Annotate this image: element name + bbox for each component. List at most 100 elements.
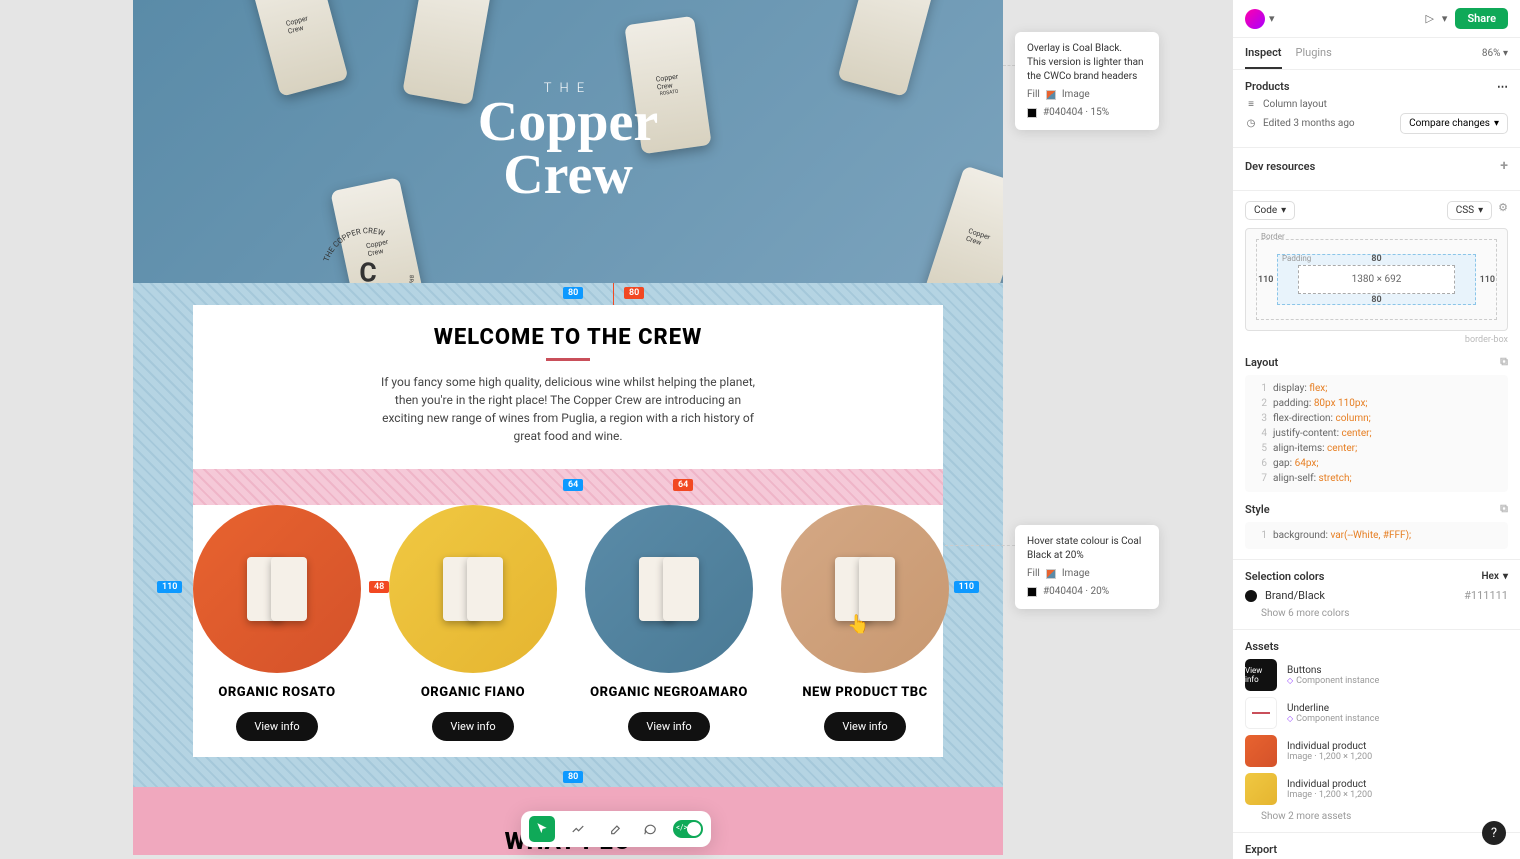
selection-section: Products ⋯ ≡Column layout ◷Edited 3 mont…: [1233, 70, 1520, 148]
settings-icon[interactable]: ⚙: [1498, 201, 1508, 220]
view-info-button[interactable]: View info: [236, 712, 317, 741]
color-row[interactable]: Brand/Black #111111: [1245, 589, 1508, 602]
guide-line: [613, 283, 614, 305]
annotation-fill-label: Fill: [1027, 567, 1040, 581]
annotation-color: #040404 · 20%: [1043, 585, 1109, 599]
box-sizing-label: border-box: [1245, 335, 1508, 345]
product-image: [389, 505, 557, 673]
hero-section: CopperCrew CopperCrewROSATO CopperCrew C…: [133, 0, 1003, 283]
selection-colors-title: Selection colors: [1245, 570, 1324, 583]
component-icon: ◇: [1287, 676, 1293, 685]
lang-dropdown[interactable]: CSS ▾: [1447, 201, 1492, 220]
annotation-text: This version is lighter than the CWCo br…: [1027, 56, 1147, 84]
image-swatch: [1046, 569, 1056, 579]
assets-title: Assets: [1245, 640, 1279, 653]
show-more-colors[interactable]: Show 6 more colors: [1261, 608, 1508, 619]
plus-icon[interactable]: +: [1500, 158, 1508, 174]
svg-text:C: C: [359, 259, 376, 283]
chevron-down-icon[interactable]: ▾: [1269, 12, 1275, 25]
annotation-text: Hover state colour is Coal Black at 20%: [1027, 535, 1147, 563]
comment-tool-button[interactable]: [637, 816, 663, 842]
annotation-fill-label: Fill: [1027, 88, 1040, 102]
view-info-button[interactable]: View info: [628, 712, 709, 741]
annotate-tool-button[interactable]: [601, 816, 627, 842]
selection-title: Products: [1245, 80, 1290, 93]
image-swatch: [1046, 90, 1056, 100]
pink-gap: 64 64: [193, 469, 943, 505]
view-info-button[interactable]: View info: [432, 712, 513, 741]
layout-code-block[interactable]: 1display: flex; 2padding: 80px 110px; 3f…: [1245, 375, 1508, 492]
product-card: ORGANIC ROSATO View info: [193, 505, 361, 741]
asset-thumbnail: View info: [1245, 659, 1277, 691]
zoom-level[interactable]: 86% ▾: [1482, 48, 1508, 59]
dev-mode-toggle[interactable]: </>: [673, 820, 703, 838]
export-title: Export: [1245, 843, 1277, 856]
design-frame: CopperCrew CopperCrewROSATO CopperCrew C…: [133, 0, 1003, 855]
asset-row[interactable]: View info Buttons◇Component instance: [1245, 659, 1508, 691]
products-row: 110 48 110 ORGANIC ROSATO View info ORGA…: [193, 505, 943, 757]
asset-row[interactable]: Individual productImage · 1,200 × 1,200: [1245, 735, 1508, 767]
annotation-tooltip: Overlay is Coal Black. This version is l…: [1015, 32, 1159, 130]
hero-can-image: CopperCrew: [925, 165, 1003, 283]
spacing-badge: 80: [563, 771, 583, 783]
asset-subtitle: Component instance: [1296, 676, 1379, 686]
canvas-area[interactable]: CopperCrew CopperCrewROSATO CopperCrew C…: [0, 0, 1232, 859]
compare-changes-button[interactable]: Compare changes ▾: [1400, 113, 1508, 134]
asset-subtitle: Image · 1,200 × 1,200: [1287, 752, 1372, 762]
spacing-badge: 110: [157, 581, 182, 593]
padding-left-value: 110: [1258, 275, 1273, 285]
copy-icon[interactable]: ⧉: [1500, 355, 1508, 369]
hero-title: THE Copper Crew: [478, 81, 658, 202]
bottom-toolbar: </>: [521, 811, 711, 847]
product-name: ORGANIC NEGROAMARO: [585, 685, 753, 700]
assets-section: Assets View info Buttons◇Component insta…: [1233, 630, 1520, 833]
asset-title: Individual product: [1287, 779, 1372, 790]
tab-inspect[interactable]: Inspect: [1245, 38, 1282, 69]
color-swatch: [1027, 108, 1037, 118]
hex-dropdown[interactable]: Hex ▾: [1481, 571, 1508, 582]
spacing-badge: 48: [369, 581, 389, 593]
product-image: [193, 505, 361, 673]
product-name: ORGANIC ROSATO: [193, 685, 361, 700]
spacing-badge: 64: [563, 479, 583, 491]
user-avatar[interactable]: [1245, 9, 1265, 29]
spacing-badge: 80: [563, 287, 583, 299]
clock-icon: ◷: [1245, 118, 1257, 129]
spacing-badge: 110: [954, 581, 979, 593]
welcome-card: WELCOME TO THE CREW If you fancy some hi…: [193, 305, 943, 469]
welcome-body: If you fancy some high quality, deliciou…: [378, 373, 758, 445]
annotation-tooltip: Hover state colour is Coal Black at 20% …: [1015, 525, 1159, 609]
asset-row[interactable]: Underline◇Component instance: [1245, 697, 1508, 729]
spacing-badge: 64: [673, 479, 693, 491]
more-icon[interactable]: ⋯: [1497, 80, 1508, 93]
code-dropdown[interactable]: Code ▾: [1245, 201, 1295, 220]
asset-subtitle: Image · 1,200 × 1,200: [1287, 790, 1372, 800]
padding-right-value: 110: [1480, 275, 1495, 285]
box-model-dims: 1380 × 692: [1298, 265, 1455, 294]
chevron-down-icon[interactable]: ▾: [1442, 12, 1448, 25]
inspector-tabs: Inspect Plugins 86% ▾: [1233, 38, 1520, 70]
help-button[interactable]: ?: [1482, 821, 1506, 845]
padding-top-value: 80: [1371, 254, 1381, 264]
asset-thumbnail: [1245, 773, 1277, 805]
annotation-color: #040404 · 15%: [1043, 106, 1109, 120]
tab-plugins[interactable]: Plugins: [1296, 38, 1332, 69]
measure-tool-button[interactable]: [565, 816, 591, 842]
asset-row[interactable]: Individual productImage · 1,200 × 1,200: [1245, 773, 1508, 805]
layout-code-header: Layout: [1245, 356, 1278, 369]
copy-icon[interactable]: ⧉: [1500, 502, 1508, 516]
share-button[interactable]: Share: [1455, 8, 1508, 29]
product-name: ORGANIC FIANO: [389, 685, 557, 700]
color-name: Brand/Black: [1265, 589, 1325, 602]
asset-thumbnail: [1245, 735, 1277, 767]
product-card: NEW PRODUCT TBC View info: [781, 505, 949, 741]
svg-text:THE COPPER CREW: THE COPPER CREW: [322, 226, 386, 263]
product-name: NEW PRODUCT TBC: [781, 685, 949, 700]
show-more-assets[interactable]: Show 2 more assets: [1261, 811, 1508, 822]
play-icon[interactable]: ▷: [1425, 12, 1433, 25]
edited-label: Edited 3 months ago: [1263, 118, 1355, 129]
style-code-block[interactable]: 1background: var(--White, #FFF);: [1245, 522, 1508, 549]
view-info-button[interactable]: View info: [824, 712, 905, 741]
move-tool-button[interactable]: [529, 816, 555, 842]
welcome-title: WELCOME TO THE CREW: [223, 325, 913, 350]
